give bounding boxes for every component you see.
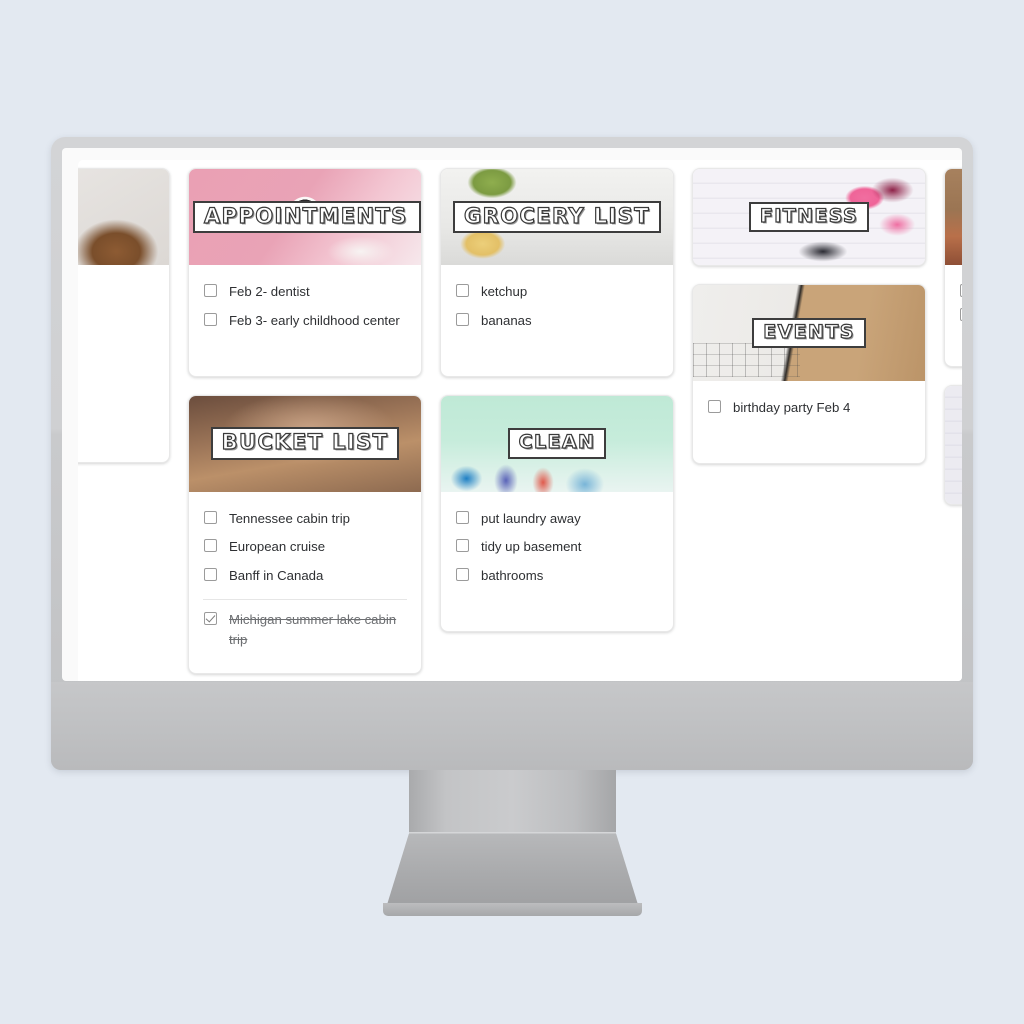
list-item-label: birthday party Feb 4: [733, 400, 851, 415]
card-title-grocery-list: GROCERY LIST: [453, 200, 661, 234]
card-fitness[interactable]: FITNESS: [692, 168, 926, 266]
list-item[interactable]: put laundry away: [453, 505, 661, 534]
card-cut-left[interactable]: G n to: [78, 168, 170, 463]
card-body-grocery: ketchup bananas: [441, 265, 673, 376]
checkbox-icon[interactable]: [708, 400, 721, 413]
list-item-label: Banff in Canada: [229, 568, 324, 584]
list-item[interactable]: bananas: [453, 307, 661, 336]
list-item[interactable]: tidy up basement: [453, 533, 661, 562]
checklist-board[interactable]: G n to: [78, 160, 962, 681]
card-title-appointments: APPOINTMENTS: [193, 200, 421, 234]
card-banner-appointments: APPOINTMENTS: [189, 169, 421, 265]
banner-photo-pale-wood: [945, 386, 962, 504]
checkbox-icon[interactable]: [456, 539, 469, 553]
checkbox-icon[interactable]: [204, 510, 217, 524]
card-body-events: birthday party Feb 4: [693, 381, 925, 463]
card-body-bucket-list: Tennessee cabin trip European cruise Ban…: [189, 492, 421, 673]
card-body-appointments: Feb 2- dentist Feb 3- early childhood ce…: [189, 265, 421, 376]
card-banner-clean: CLEAN: [441, 395, 673, 492]
card-banner-pale-wood: [945, 386, 962, 504]
card-cut-right-craft[interactable]: [944, 168, 962, 367]
checkbox-icon[interactable]: [456, 312, 469, 326]
card-cut-right-sliver[interactable]: [944, 385, 962, 505]
banner-photo-desk-flatlay: [78, 169, 169, 265]
card-title-clean: CLEAN: [507, 428, 607, 459]
card-grocery-list[interactable]: GROCERY LIST ketchup bananas: [440, 168, 674, 377]
list-item[interactable]: Feb 3- early childhood center: [201, 307, 409, 336]
board-column-cut-left: G n to: [78, 168, 170, 463]
list-item[interactable]: n to: [78, 278, 157, 307]
list-item[interactable]: des life: [78, 393, 157, 422]
checkbox-checked-icon[interactable]: [204, 611, 217, 625]
list-item-label: European cruise: [229, 539, 326, 555]
list-item[interactable]: le Suite: [78, 364, 157, 393]
card-bucket-list[interactable]: BUCKET LIST Tennessee cabin trip Europea…: [188, 394, 422, 674]
list-item-label: Feb 3- early childhood center: [229, 312, 400, 328]
board-column-grocery: GROCERY LIST ketchup bananas CLEAN put l…: [440, 168, 674, 632]
list-item-label: bananas: [481, 312, 532, 328]
monitor-stand-base: [386, 834, 639, 908]
list-item[interactable]: ketchup: [453, 278, 661, 307]
card-banner-fitness: FITNESS: [693, 169, 925, 265]
board-column-cut-right: [944, 168, 962, 505]
list-item[interactable]: Banff in Canada: [201, 562, 409, 591]
checkbox-icon[interactable]: [456, 510, 469, 524]
list-item-label: tidy up basement: [481, 539, 582, 555]
list-item-label: Michigan summer lake cabin trip: [229, 611, 397, 647]
list-item-label: Tennessee cabin trip: [229, 510, 350, 526]
list-item-label: put laundry away: [481, 510, 581, 526]
card-body-clean: put laundry away tidy up basement bathro…: [441, 492, 673, 631]
list-item[interactable]: bathrooms: [453, 562, 661, 591]
board-column-fitness-events: FITNESS EVENTS birthday party Feb 4: [692, 168, 926, 464]
board-column-appointments: APPOINTMENTS Feb 2- dentist Feb 3- early…: [188, 168, 422, 674]
checkbox-icon[interactable]: [204, 539, 217, 553]
card-appointments[interactable]: APPOINTMENTS Feb 2- dentist Feb 3- early…: [188, 168, 422, 377]
checkbox-icon[interactable]: [960, 308, 962, 321]
checkbox-icon[interactable]: [456, 568, 469, 582]
card-title-events: EVENTS: [752, 317, 866, 349]
completed-divider: [203, 598, 407, 600]
list-item-completed[interactable]: Michigan summer lake cabin trip: [201, 606, 409, 655]
list-item[interactable]: [957, 278, 962, 302]
monitor-bezel: G n to: [62, 148, 962, 681]
monitor-stand-neck: [409, 770, 616, 835]
card-banner-bucket-list: BUCKET LIST: [189, 395, 421, 492]
card-banner-grocery: GROCERY LIST: [441, 169, 673, 265]
checkbox-icon[interactable]: [456, 284, 469, 297]
monitor-chin: [51, 682, 973, 770]
scene: G n to: [0, 0, 1024, 1024]
desktop-monitor: G n to: [51, 137, 973, 770]
card-banner-events: EVENTS: [693, 285, 925, 381]
card-banner-craft: [945, 169, 962, 265]
list-item[interactable]: European cruise: [201, 533, 409, 562]
card-body-cut-left: n to le Keep: [78, 265, 169, 462]
card-banner-desk: G: [78, 169, 169, 265]
monitor-stand-foot: [383, 903, 642, 916]
list-item[interactable]: le Keep: [78, 336, 157, 365]
checkbox-icon[interactable]: [204, 284, 217, 297]
checkbox-icon[interactable]: [960, 284, 962, 297]
list-item-label: bathrooms: [481, 568, 544, 584]
list-item[interactable]: [957, 302, 962, 326]
list-item[interactable]: Feb 2- dentist: [201, 278, 409, 307]
card-events[interactable]: EVENTS birthday party Feb 4: [692, 284, 926, 464]
list-item-label: Feb 2- dentist: [229, 284, 310, 299]
banner-photo-scissors-craft: [945, 169, 962, 265]
card-title-bucket-list: BUCKET LIST: [210, 427, 400, 460]
list-item[interactable]: birthday party Feb 4: [705, 394, 913, 423]
checkbox-icon[interactable]: [204, 312, 217, 326]
checkbox-icon[interactable]: [204, 568, 217, 582]
monitor-screen: G n to: [78, 160, 962, 681]
list-item-label: ketchup: [481, 284, 528, 299]
card-body-cut-right: [945, 265, 962, 366]
card-title-fitness: FITNESS: [748, 201, 870, 233]
card-clean[interactable]: CLEAN put laundry away tidy up basement: [440, 394, 674, 632]
list-item[interactable]: Tennessee cabin trip: [201, 505, 409, 534]
